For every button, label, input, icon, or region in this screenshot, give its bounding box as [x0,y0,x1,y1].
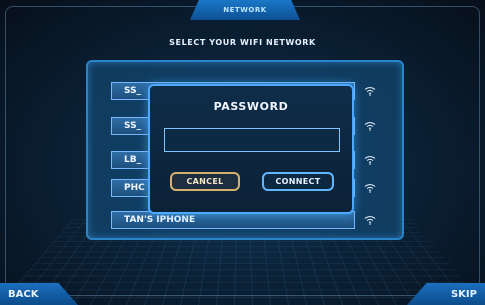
network-item-label: TAN'S IPHONE [124,215,196,225]
password-input[interactable] [164,128,340,152]
page-subtitle: SELECT YOUR WIFI NETWORK [169,38,316,47]
network-item-label: SS_ [124,86,142,96]
wifi-icon [361,84,379,98]
network-item-label: LB_ [124,155,142,165]
network-item-label: PHC [124,183,145,193]
connect-button[interactable]: CONNECT [262,172,334,191]
network-tab: NETWORK [190,0,300,20]
cancel-button[interactable]: CANCEL [170,172,240,191]
wifi-icon [361,119,379,133]
skip-label: SKIP [450,288,477,300]
wifi-icon [361,181,379,195]
back-label: BACK [8,288,39,300]
wifi-icon [361,153,379,167]
dialog-title: PASSWORD [213,100,289,113]
password-dialog: PASSWORD CANCEL CONNECT [148,84,354,214]
wifi-icon [361,213,379,227]
network-tab-label: NETWORK [223,6,267,14]
wifi-setup-screen: NETWORK SELECT YOUR WIFI NETWORK SS_ SS_… [0,0,485,305]
network-item-label: SS_ [124,121,142,131]
